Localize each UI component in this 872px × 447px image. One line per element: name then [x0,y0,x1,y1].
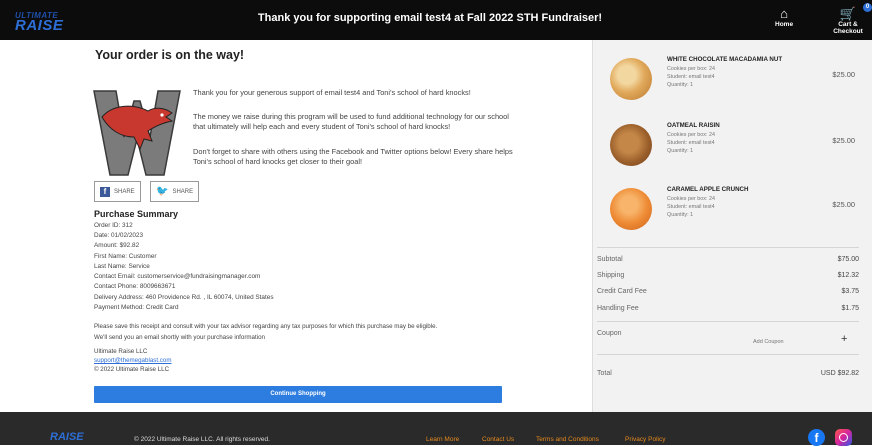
caramel-apple-crunch-cookie-image [610,188,652,230]
footer-link-privacy[interactable]: Privacy Policy [625,436,665,443]
coupon-input[interactable] [753,335,825,349]
thank-you-paragraph: Thank you for your generous support of e… [193,88,471,97]
item-price: $25.00 [832,200,855,209]
page-title: Your order is on the way! [95,48,245,62]
white-chocolate-macadamia-cookie-image [610,58,652,100]
shipping-label: Shipping [597,272,625,279]
cart-item: WHITE CHOCOLATE MACADAMIA NUT Cookies pe… [593,56,872,118]
item-quantity: Quantity: 1 [667,212,694,218]
twitter-icon: 🐦 [156,186,169,197]
subtotal-value: $75.00 [837,256,859,263]
logo-bottom-text: RAISE [15,17,64,34]
company-name: Ultimate Raise LLC [94,348,148,355]
item-quantity: Quantity: 1 [667,82,694,88]
credit-card-fee-value: $3.75 [841,288,859,295]
subtotal-label: Subtotal [597,256,623,263]
item-student: Student: email test4 [667,140,715,146]
total-label: Total [597,370,612,377]
cart-icon: 🛒 0 [824,3,872,21]
facebook-share-button[interactable]: f SHARE [94,181,141,202]
thank-you-banner: Thank you for supporting email test4 at … [257,12,603,24]
credit-card-fee-row: Credit Card Fee $3.75 [597,288,859,295]
divider [597,354,859,355]
footer-link-learn-more[interactable]: Learn More [426,436,459,443]
shipping-row: Shipping $12.32 [597,272,859,279]
item-per-box: Cookies per box: 24 [667,132,715,138]
top-bar: ULTIMATE RAISE Thank you for supporting … [0,0,872,40]
footer: RAISE © 2022 Ultimate Raise LLC. All rig… [0,412,872,446]
order-amount: Amount: $92.82 [94,242,140,249]
order-sidebar: WHITE CHOCOLATE MACADAMIA NUT Cookies pe… [592,40,872,412]
facebook-icon: f [100,186,110,197]
item-per-box: Cookies per box: 24 [667,66,715,72]
divider [597,247,859,248]
footer-copyright: © 2022 Ultimate Raise LLC. All rights re… [134,436,270,443]
order-id: Order ID: 312 [94,222,133,229]
facebook-icon[interactable]: f [808,429,825,446]
item-quantity: Quantity: 1 [667,148,694,154]
coupon-label: Coupon [597,330,622,337]
instagram-icon[interactable] [835,429,852,446]
email-note: We'll send you an email shortly with you… [94,334,265,341]
tax-note: Please save this receipt and consult wit… [94,323,438,330]
home-icon: ⌂ [780,6,788,21]
continue-shopping-button[interactable]: Continue Shopping [94,386,502,403]
nav-home[interactable]: ⌂ Home [775,6,793,28]
purchase-summary-title: Purchase Summary [94,209,179,219]
item-name: OATMEAL RAISIN [667,122,720,129]
twitter-share-button[interactable]: 🐦 SHARE [150,181,200,202]
handling-fee-label: Handling Fee [597,305,639,312]
contact-email: Contact Email: customerservice@fundraisi… [94,273,261,280]
oatmeal-raisin-cookie-image [610,124,652,166]
handling-fee-row: Handling Fee $1.75 [597,305,859,312]
share-paragraph: Don't forget to share with others using … [193,147,513,166]
item-student: Student: email test4 [667,74,715,80]
footer-logo[interactable]: RAISE [50,431,84,443]
school-mascot-logo [93,90,181,176]
funding-paragraph: The money we raise during this program w… [193,112,509,131]
facebook-share-label: SHARE [114,188,135,195]
ultimate-raise-logo[interactable]: ULTIMATE RAISE [15,11,77,34]
handling-fee-value: $1.75 [841,305,859,312]
cart-item: OATMEAL RAISIN Cookies per box: 24 Stude… [593,122,872,184]
twitter-share-label: SHARE [172,188,194,195]
item-name: CARAMEL APPLE CRUNCH [667,186,749,193]
cart-count-badge: 0 [863,3,872,12]
item-price: $25.00 [832,136,855,145]
total-row: Total USD $92.82 [597,370,859,377]
first-name: First Name: Customer [94,253,157,260]
footer-link-terms[interactable]: Terms and Conditions [536,436,599,443]
nav-cart-label: Cart & Checkout [833,21,863,35]
payment-method: Payment Method: Credit Card [94,304,179,311]
receipt-copyright: © 2022 Ultimate Raise LLC [94,366,170,373]
item-name: WHITE CHOCOLATE MACADAMIA NUT [667,56,783,63]
contact-phone: Contact Phone: 8009663671 [94,283,176,290]
add-coupon-plus-icon[interactable]: + [841,333,847,345]
last-name: Last Name: Service [94,263,150,270]
nav-cart-checkout[interactable]: 🛒 0 Cart & Checkout [824,3,872,35]
subtotal-row: Subtotal $75.00 [597,256,859,263]
total-value: USD $92.82 [820,370,859,377]
order-date: Date: 01/02/2023 [94,232,144,239]
item-per-box: Cookies per box: 24 [667,196,715,202]
item-price: $25.00 [832,70,855,79]
credit-card-fee-label: Credit Card Fee [597,288,647,295]
cart-item: CARAMEL APPLE CRUNCH Cookies per box: 24… [593,186,872,248]
nav-home-label: Home [775,21,794,28]
delivery-address: Delivery Address: 460 Providence Rd. , I… [94,294,274,301]
divider [597,321,859,322]
shipping-value: $12.32 [837,272,859,279]
footer-link-contact-us[interactable]: Contact Us [482,436,514,443]
support-email-link[interactable]: support@themegablast.com [94,357,171,364]
item-student: Student: email test4 [667,204,715,210]
order-confirmation: Your order is on the way! Thank you for … [0,40,592,412]
